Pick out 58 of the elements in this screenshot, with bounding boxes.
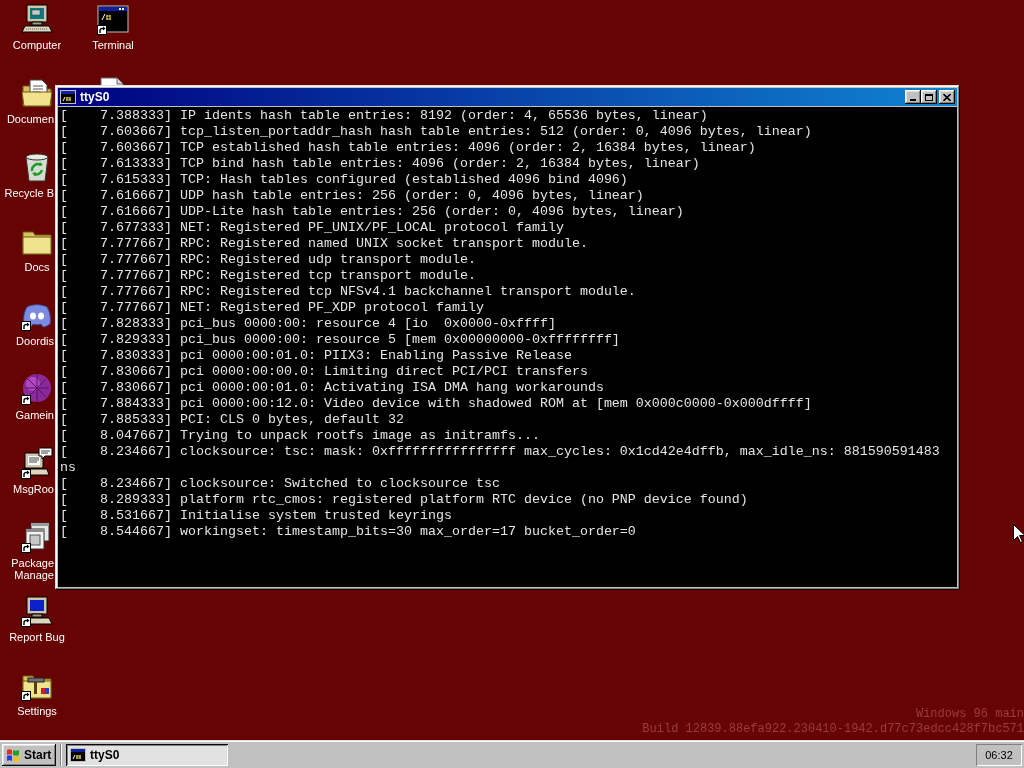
- console-line: [ 7.777667] RPC: Registered tcp transport module.: [60, 268, 476, 284]
- icon-label[interactable]: Package Manage: [0, 557, 54, 581]
- console-line: [ 8.544667] workingset: timestamp_bits=30 max_order=17 bucket_order=0: [60, 524, 636, 540]
- console-line: [ 7.388333] IP idents hash table entries: 8192 (order: 4, 65536 bytes, linear): [60, 108, 708, 124]
- console-line: [ 7.830333] pci 0000:00:01.0: PIIX3: Enabling Passive Release: [60, 348, 572, 364]
- console-line: [ 7.884333] pci 0000:00:12.0: Video device with shadowed ROM at [mem 0x000c0000-0x000dffff]: [60, 396, 812, 412]
- console-line: [ 7.616667] UDP hash table entries: 256 (order: 0, 4096 bytes, linear): [60, 188, 644, 204]
- console-line: [ 8.047667] Trying to unpack rootfs image as initramfs...: [60, 428, 540, 444]
- folder-document-icon[interactable]: [21, 77, 53, 109]
- build-info-text: Build 12839.88efa922.230410-1942.d77c73edcc428f7bc571: [642, 722, 1024, 737]
- console-line: [ 7.885333] PCI: CLS 0 bytes, default 32: [60, 412, 404, 428]
- window-title: ttyS0: [80, 90, 110, 104]
- icon-label[interactable]: Settings: [17, 705, 57, 717]
- windows-logo-icon: [5, 747, 21, 763]
- computer-icon[interactable]: [21, 3, 53, 35]
- terminal-icon[interactable]: [97, 3, 129, 35]
- console-line: [ 7.616667] UDP-Lite hash table entries: 256 (order: 0, 4096 bytes, linear): [60, 204, 684, 220]
- terminal-icon: [70, 747, 86, 763]
- console-line: ns: [60, 460, 76, 476]
- taskbar-window-button[interactable]: ttyS0: [66, 744, 228, 766]
- computer-message-icon[interactable]: [21, 447, 53, 479]
- icon-label[interactable]: Gamein: [0, 409, 54, 421]
- console-line: [ 7.829333] pci_bus 0000:00: resource 5 [mem 0x00000000-0xffffffff]: [60, 332, 620, 348]
- taskbar-clock: 06:32: [976, 744, 1022, 766]
- console-line: [ 7.777667] RPC: Registered tcp NFSv4.1 backchannel transport module.: [60, 284, 636, 300]
- icon-label[interactable]: Doordis: [0, 335, 54, 347]
- icon-label[interactable]: Report Bug: [9, 631, 65, 643]
- console-line: [ 8.234667] clocksource: tsc: mask: 0xffffffffffffffff max_cycles: 0x1cd42e4dffb, max_idle_ns: 881590591483: [60, 444, 940, 460]
- icon-label[interactable]: Docs: [24, 261, 50, 273]
- console-line: [ 7.830667] pci 0000:00:00.0: Limiting direct PCI/PCI transfers: [60, 364, 588, 380]
- console-line: [ 7.828333] pci_bus 0000:00: resource 4 [io 0x0000-0xffff]: [60, 316, 556, 332]
- console-line: [ 8.289333] platform rtc_cmos: registered platform RTC device (no PNP device found): [60, 492, 748, 508]
- console-line: [ 7.615333] TCP: Hash tables configured (established 4096 bind 4096): [60, 172, 628, 188]
- close-button[interactable]: [939, 90, 955, 104]
- build-info-text: Windows 96 main: [915, 707, 1024, 722]
- terminal-icon: [60, 89, 76, 105]
- console-line: [ 7.777667] RPC: Registered named UNIX socket transport module.: [60, 236, 588, 252]
- console-line: [ 7.830667] pci 0000:00:01.0: Activating ISA DMA hang workarounds: [60, 380, 604, 396]
- console-line: [ 8.234667] clocksource: Switched to clocksource tsc: [60, 476, 500, 492]
- icon-label[interactable]: MsgRoo: [0, 483, 54, 495]
- mouse-pointer-icon: [1013, 524, 1024, 543]
- icon-label[interactable]: Recycle B: [0, 187, 54, 199]
- close-icon: [943, 93, 951, 101]
- start-button[interactable]: Start: [2, 744, 56, 766]
- icon-label[interactable]: Computer: [12, 39, 62, 51]
- console-line: [ 7.603667] tcp_listen_portaddr_hash hash table entries: 512 (order: 0, 4096 bytes, linear): [60, 124, 812, 140]
- console-line: [ 7.777667] RPC: Registered udp transport module.: [60, 252, 476, 268]
- sphere-icon[interactable]: [21, 373, 53, 405]
- maximize-button[interactable]: [921, 90, 937, 104]
- console-line: [ 7.677333] NET: Registered PF_UNIX/PF_LOCAL protocol family: [60, 220, 564, 236]
- console-line: [ 8.531667] Initialise system trusted keyrings: [60, 508, 452, 524]
- console-line: [ 7.777667] NET: Registered PF_XDP protocol family: [60, 300, 484, 316]
- minimize-button[interactable]: [905, 90, 921, 104]
- maximize-icon: [925, 93, 933, 101]
- icon-label[interactable]: Terminal: [92, 39, 134, 51]
- icon-label[interactable]: Documen: [0, 113, 54, 125]
- console-line: [ 7.603667] TCP established hash table entries: 4096 (order: 2, 16384 bytes, linear): [60, 140, 756, 156]
- console-line: [ 7.613333] TCP bind hash table entries: 4096 (order: 2, 16384 bytes, linear): [60, 156, 700, 172]
